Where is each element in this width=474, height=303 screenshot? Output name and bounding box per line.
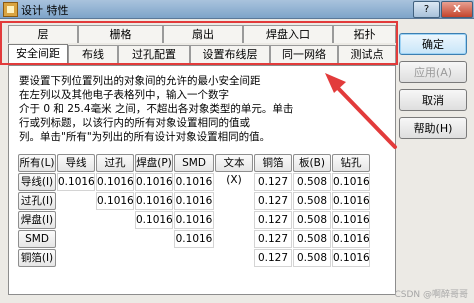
annotation-arrow <box>325 73 397 149</box>
watermark: CSDN @啊醉哥哥 <box>394 290 468 300</box>
dialog-body: 层栅格 扇出 焊盘入口 拓扑 安全间距 布线 过孔配置 设置布线层 同一网络 测试点 要设置下列… <box>0 19 474 303</box>
app-icon <box>3 2 18 17</box>
title-bar: 设计 特性 ? X <box>0 0 474 19</box>
window-title: 设计 特性 <box>21 4 69 17</box>
arrow-shaft <box>333 83 397 149</box>
arrow-head <box>325 73 346 93</box>
window-help-button[interactable]: ? <box>413 1 440 18</box>
window-close-button[interactable]: X <box>441 1 473 18</box>
